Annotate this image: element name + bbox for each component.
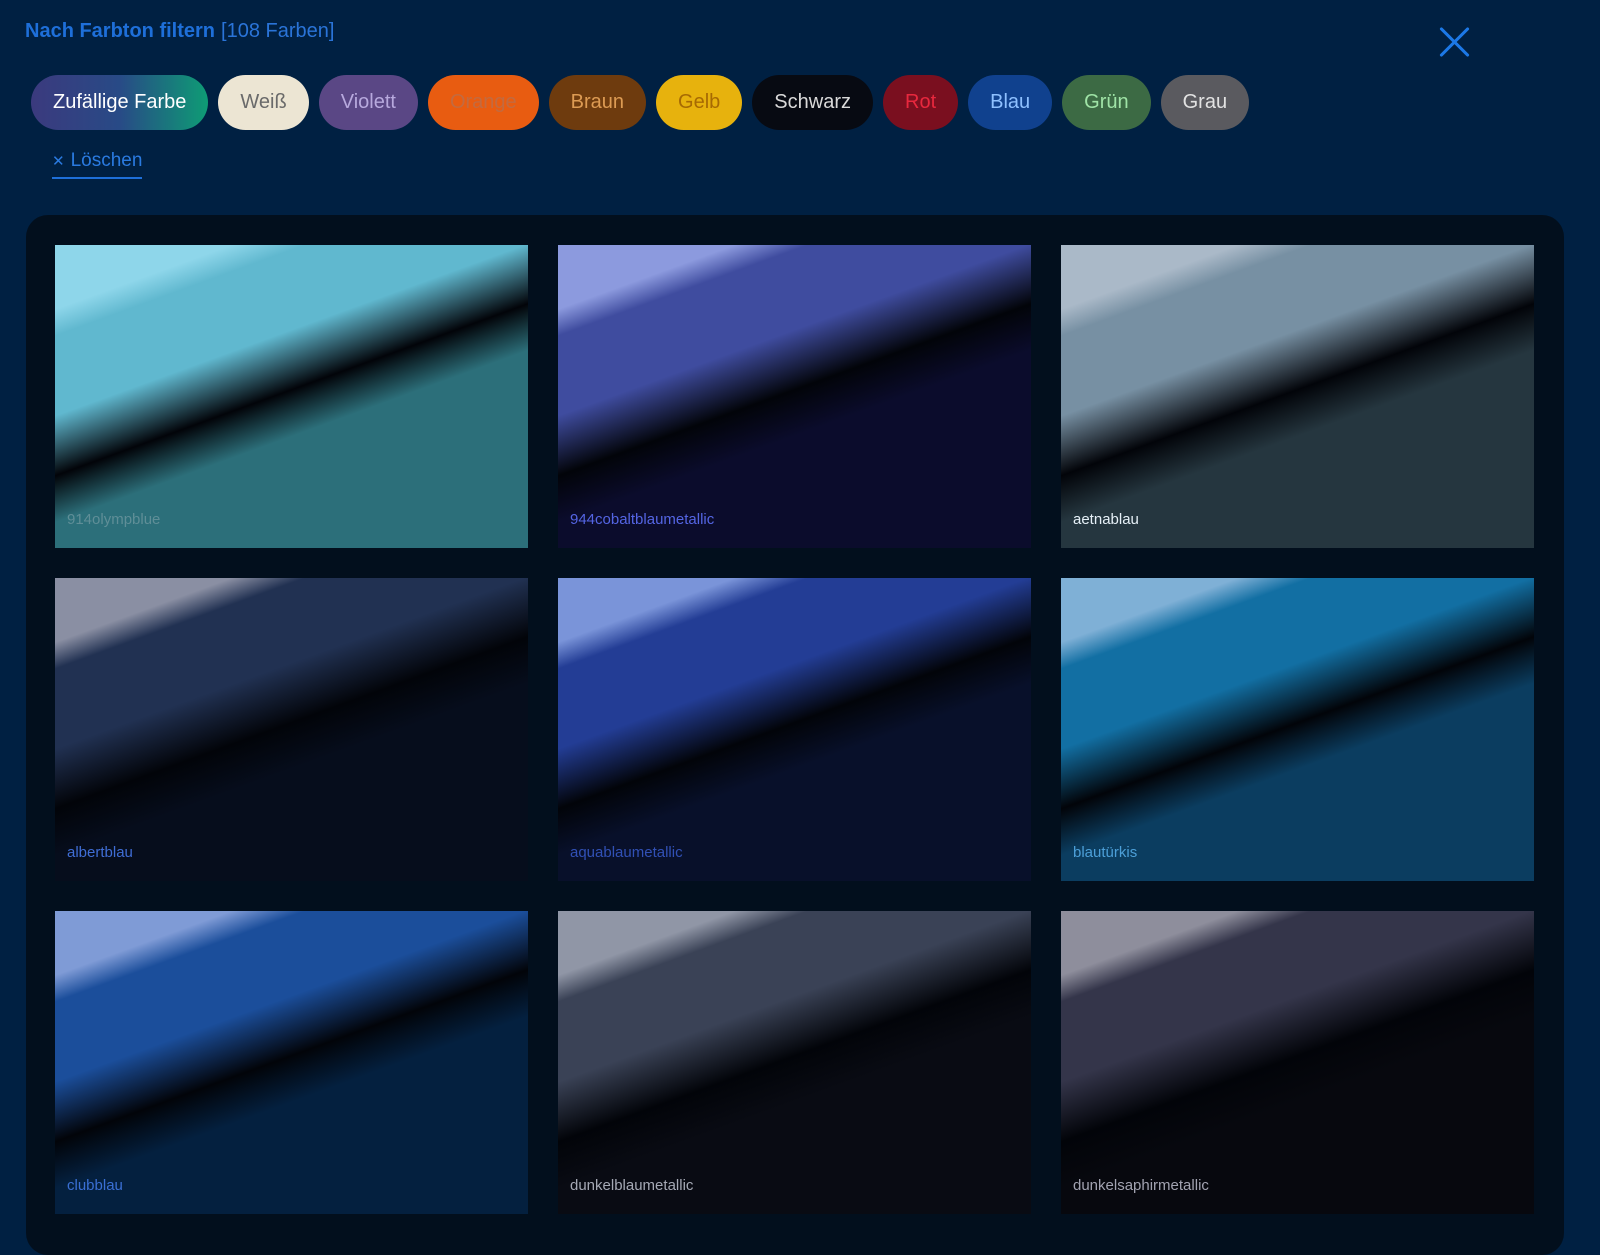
filter-chip[interactable]: Grün (1062, 75, 1151, 130)
color-swatch (558, 911, 1031, 1214)
color-name: blautürkis (1073, 844, 1138, 861)
filter-chip[interactable]: Rot (883, 75, 959, 130)
color-swatch (1061, 911, 1534, 1214)
clear-label: Löschen (70, 150, 143, 171)
filter-chip[interactable]: Weiß (218, 75, 309, 130)
filter-chip[interactable]: Braun (548, 75, 647, 130)
color-swatch (558, 245, 1031, 548)
color-grid: 914olympblue 944cobaltblaumetallic aetnabl… (55, 245, 1534, 1214)
color-panel: 914olympblue 944cobaltblaumetallic aetnabl… (26, 215, 1564, 1255)
color-tile[interactable]: aetnablau (1061, 245, 1534, 548)
color-swatch (1061, 578, 1534, 881)
filter-chip[interactable]: Zufällige Farbe (31, 75, 209, 130)
color-name: albertblau (67, 844, 133, 861)
color-tile[interactable]: clubblau (55, 911, 528, 1214)
color-tile[interactable]: 914olympblue (55, 245, 528, 548)
filter-chip[interactable]: Grau (1160, 75, 1250, 130)
color-swatch (55, 911, 528, 1214)
color-name: clubblau (67, 1177, 123, 1194)
color-count: [108 Farben] (221, 20, 335, 42)
filter-chip[interactable]: Schwarz (752, 75, 873, 130)
color-name: aquablaumetallic (570, 844, 683, 861)
filter-title: Nach Farbton filtern (25, 20, 216, 42)
clear-x-icon: ✕ (52, 153, 65, 170)
color-swatch (55, 245, 528, 548)
color-tile[interactable]: dunkelblaumetallic (558, 911, 1031, 1214)
color-tile[interactable]: 944cobaltblaumetallic (558, 245, 1031, 548)
color-swatch (558, 578, 1031, 881)
filter-chip[interactable]: Orange (427, 75, 539, 130)
color-tile[interactable]: aquablaumetallic (558, 578, 1031, 881)
filter-chip[interactable]: Gelb (656, 75, 743, 130)
color-name: 914olympblue (67, 511, 161, 528)
color-swatch (1061, 245, 1534, 548)
color-name: dunkelblaumetallic (570, 1177, 694, 1194)
filter-header: Nach Farbton filtern [108 Farben] (25, 20, 334, 43)
color-name: 944cobaltblaumetallic (570, 511, 715, 528)
close-icon[interactable] (1434, 22, 1474, 62)
color-tile[interactable]: dunkelsaphirmetallic (1061, 911, 1534, 1214)
color-tile[interactable]: albertblau (55, 578, 528, 881)
filter-chip[interactable]: Violett (318, 75, 418, 130)
filter-chip[interactable]: Blau (968, 75, 1053, 130)
clear-filter-link[interactable]: ✕ Löschen (52, 150, 143, 179)
color-name: dunkelsaphirmetallic (1073, 1177, 1209, 1194)
color-swatch (55, 578, 528, 881)
color-name: aetnablau (1073, 511, 1139, 528)
color-tile[interactable]: blautürkis (1061, 578, 1534, 881)
hue-filter-chips: Zufällige Farbe Weiß Violett Orange Braun Gel… (31, 75, 1250, 130)
